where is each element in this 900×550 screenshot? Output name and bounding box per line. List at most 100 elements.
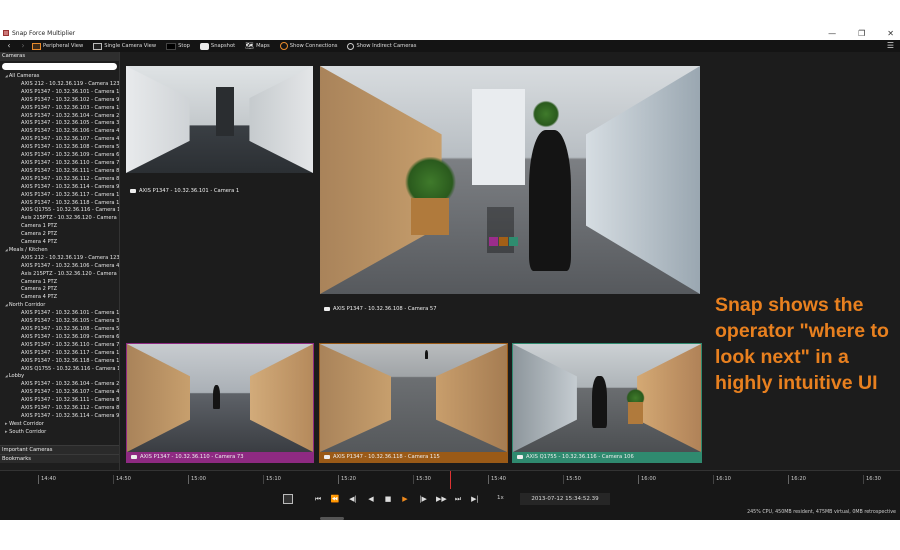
show-indirect-cameras-button[interactable]: Show Indirect Cameras bbox=[347, 42, 416, 50]
tree-camera-item[interactable]: AXIS P1347 - 10.32.36.117 - Camera 107 bbox=[3, 192, 119, 200]
bookmarks-section[interactable]: Bookmarks bbox=[0, 454, 119, 463]
video-frame bbox=[127, 344, 313, 452]
stop-button[interactable]: Stop bbox=[166, 42, 190, 50]
calendar-icon[interactable] bbox=[283, 494, 293, 504]
tree-camera-item[interactable]: AXIS P1347 - 10.32.36.108 - Camera 57 bbox=[3, 326, 119, 334]
camera-view-camera-73[interactable]: AXIS P1347 - 10.32.36.110 - Camera 73 bbox=[126, 343, 314, 463]
window-title: Snap Force Multiplier bbox=[12, 29, 76, 37]
show-connections-button[interactable]: Show Connections bbox=[279, 42, 337, 50]
tree-camera-item[interactable]: AXIS P1347 - 10.32.36.105 - Camera 33 bbox=[3, 120, 119, 128]
tree-camera-item[interactable]: AXIS P1347 - 10.32.36.109 - Camera 65 bbox=[3, 334, 119, 342]
tree-camera-item[interactable]: Axis 215PTZ - 10.32.36.120 - Camera 124 bbox=[3, 215, 119, 223]
tree-camera-item[interactable]: AXIS P1347 - 10.32.36.110 - Camera 73 bbox=[3, 160, 119, 168]
timeline-scrollbar[interactable] bbox=[320, 517, 344, 520]
tree-camera-item[interactable]: AXIS P1347 - 10.32.36.104 - Camera 25 bbox=[3, 113, 119, 121]
tree-camera-item[interactable]: AXIS 212 - 10.32.36.119 - Camera 123 bbox=[3, 255, 119, 263]
tree-group[interactable]: All Cameras bbox=[3, 73, 119, 81]
tree-camera-item[interactable]: Camera 2 PTZ bbox=[3, 231, 119, 239]
plant bbox=[532, 100, 560, 128]
rewind-icon[interactable]: ⏪ bbox=[330, 495, 340, 504]
video-frame bbox=[320, 344, 507, 452]
play-icon[interactable]: ▶ bbox=[400, 495, 410, 504]
timeline-playhead[interactable] bbox=[450, 471, 451, 489]
video-camera-icon bbox=[517, 455, 523, 459]
tree-camera-item[interactable]: AXIS 212 - 10.32.36.119 - Camera 123 bbox=[3, 81, 119, 89]
timeline: 14:40 14:50 15:00 15:10 15:20 15:30 15:40 15:50… bbox=[0, 470, 900, 520]
tree-camera-item[interactable]: AXIS P1347 - 10.32.36.107 - Camera 49 bbox=[3, 136, 119, 144]
maps-button[interactable]: 🗺 Maps bbox=[245, 41, 270, 50]
video-image bbox=[320, 66, 700, 294]
tree-camera-item[interactable]: AXIS P1347 - 10.32.36.107 - Camera 49 bbox=[3, 389, 119, 397]
tree-camera-item[interactable]: AXIS P1347 - 10.32.36.114 - Camera 97 bbox=[3, 184, 119, 192]
corridor-wall-left bbox=[513, 344, 577, 452]
stop-icon[interactable]: ■ bbox=[383, 495, 393, 504]
tree-camera-item[interactable]: AXIS P1347 - 10.32.36.109 - Camera 65 bbox=[3, 152, 119, 160]
tree-camera-item[interactable]: AXIS P1347 - 10.32.36.117 - Camera 107 bbox=[3, 350, 119, 358]
tree-group[interactable]: North Corridor bbox=[3, 302, 119, 310]
snapshot-button[interactable]: Snapshot bbox=[199, 42, 235, 50]
timeline-ruler[interactable]: 14:40 14:50 15:00 15:10 15:20 15:30 15:40 15:50… bbox=[0, 471, 900, 489]
tree-camera-item[interactable]: AXIS P1347 - 10.32.36.112 - Camera 89 bbox=[3, 176, 119, 184]
back-arrow-icon[interactable]: ‹ bbox=[4, 42, 14, 50]
tree-camera-item[interactable]: Camera 4 PTZ bbox=[3, 239, 119, 247]
camera-view-camera-115[interactable]: AXIS P1347 - 10.32.36.118 - Camera 115 bbox=[319, 343, 508, 463]
camera-search-input[interactable] bbox=[2, 63, 117, 70]
tree-camera-item[interactable]: AXIS P1347 - 10.32.36.104 - Camera 25 bbox=[3, 381, 119, 389]
tree-camera-item[interactable]: AXIS P1347 - 10.32.36.103 - Camera 17 bbox=[3, 105, 119, 113]
fast-forward-icon[interactable]: ▶▶ bbox=[436, 495, 447, 504]
single-camera-view-icon bbox=[93, 42, 103, 50]
tree-camera-item[interactable]: AXIS P1347 - 10.32.36.102 - Camera 9 bbox=[3, 97, 119, 105]
step-back-icon[interactable]: ◀| bbox=[348, 495, 358, 504]
tree-camera-item[interactable]: AXIS Q1755 - 10.32.36.116 - Camera 106 bbox=[3, 207, 119, 215]
annotation-panel: Snap shows the operator "where to look n… bbox=[715, 52, 900, 470]
forward-arrow-icon[interactable]: › bbox=[18, 42, 28, 50]
tree-camera-item[interactable]: AXIS P1347 - 10.32.36.110 - Camera 73 bbox=[3, 342, 119, 350]
camera-caption: AXIS P1347 - 10.32.36.108 - Camera 57 bbox=[320, 304, 700, 314]
tree-camera-item[interactable]: AXIS P1347 - 10.32.36.118 - Camera 115 bbox=[3, 200, 119, 208]
tree-camera-item[interactable]: Camera 1 PTZ bbox=[3, 279, 119, 287]
tree-camera-item[interactable]: Camera 1 PTZ bbox=[3, 223, 119, 231]
skip-start-icon[interactable]: ⏮ bbox=[313, 495, 323, 504]
tree-group[interactable]: Meals / Kitchen bbox=[3, 247, 119, 255]
corridor-wall-right bbox=[586, 66, 700, 294]
tree-camera-item[interactable]: AXIS P1347 - 10.32.36.111 - Camera 81 bbox=[3, 397, 119, 405]
single-camera-view-button[interactable]: Single Camera View bbox=[93, 42, 156, 50]
tree-camera-item[interactable]: AXIS P1347 - 10.32.36.118 - Camera 115 bbox=[3, 358, 119, 366]
maps-icon: 🗺 bbox=[245, 41, 255, 50]
tree-camera-item[interactable]: AXIS P1347 - 10.32.36.108 - Camera 57 bbox=[3, 144, 119, 152]
minimize-button[interactable]: — bbox=[828, 29, 836, 38]
tree-group-collapsed[interactable]: South Corridor bbox=[3, 429, 119, 437]
tree-camera-item[interactable]: AXIS Q1755 - 10.32.36.116 - Camera 106 bbox=[3, 366, 119, 374]
camera-view-main[interactable]: AXIS P1347 - 10.32.36.108 - Camera 57 bbox=[320, 66, 700, 340]
play-reverse-icon[interactable]: ◀ bbox=[366, 495, 376, 504]
color-swatch bbox=[489, 237, 499, 246]
tree-camera-item[interactable]: AXIS P1347 - 10.32.36.106 - Camera 41 bbox=[3, 128, 119, 136]
step-forward-icon[interactable]: |▶ bbox=[418, 495, 428, 504]
menu-icon[interactable]: ☰ bbox=[887, 41, 894, 50]
tree-camera-item[interactable]: AXIS P1347 - 10.32.36.111 - Camera 81 bbox=[3, 168, 119, 176]
person bbox=[212, 385, 220, 409]
important-cameras-section[interactable]: Important Cameras bbox=[0, 445, 119, 454]
playback-speed[interactable]: 1x bbox=[497, 495, 504, 501]
tree-group[interactable]: Lobby bbox=[3, 373, 119, 381]
tree-camera-item[interactable]: AXIS P1347 - 10.32.36.106 - Camera 41 bbox=[3, 263, 119, 271]
tree-camera-item[interactable]: AXIS P1347 - 10.32.36.105 - Camera 33 bbox=[3, 318, 119, 326]
tree-group-collapsed[interactable]: West Corridor bbox=[3, 421, 119, 429]
camera-view-top-left[interactable]: AXIS P1347 - 10.32.36.101 - Camera 1 bbox=[126, 66, 313, 196]
maximize-button[interactable]: ❐ bbox=[858, 29, 865, 38]
tree-camera-item[interactable]: AXIS P1347 - 10.32.36.101 - Camera 1 bbox=[3, 310, 119, 318]
tree-camera-item[interactable]: Camera 4 PTZ bbox=[3, 294, 119, 302]
next-event-icon[interactable]: ▶| bbox=[470, 495, 480, 504]
tree-camera-item[interactable]: Axis 215PTZ - 10.32.36.120 - Camera 124 bbox=[3, 271, 119, 279]
tree-camera-item[interactable]: AXIS P1347 - 10.32.36.101 - Camera 1 bbox=[3, 89, 119, 97]
tree-camera-item[interactable]: Camera 2 PTZ bbox=[3, 286, 119, 294]
video-image bbox=[320, 344, 507, 452]
tree-camera-item[interactable]: AXIS P1347 - 10.32.36.112 - Camera 89 bbox=[3, 405, 119, 413]
timeline-tick: 16:30 bbox=[863, 475, 881, 484]
camera-view-camera-106[interactable]: AXIS Q1755 - 10.32.36.116 - Camera 106 bbox=[512, 343, 702, 463]
tree-camera-item[interactable]: AXIS P1347 - 10.32.36.114 - Camera 97 bbox=[3, 413, 119, 421]
peripheral-view-button[interactable]: Peripheral View bbox=[32, 42, 83, 50]
title-bar: Snap Force Multiplier — ❐ ✕ bbox=[0, 26, 900, 40]
skip-end-icon[interactable]: ⏭ bbox=[453, 495, 463, 504]
close-button[interactable]: ✕ bbox=[887, 29, 894, 38]
